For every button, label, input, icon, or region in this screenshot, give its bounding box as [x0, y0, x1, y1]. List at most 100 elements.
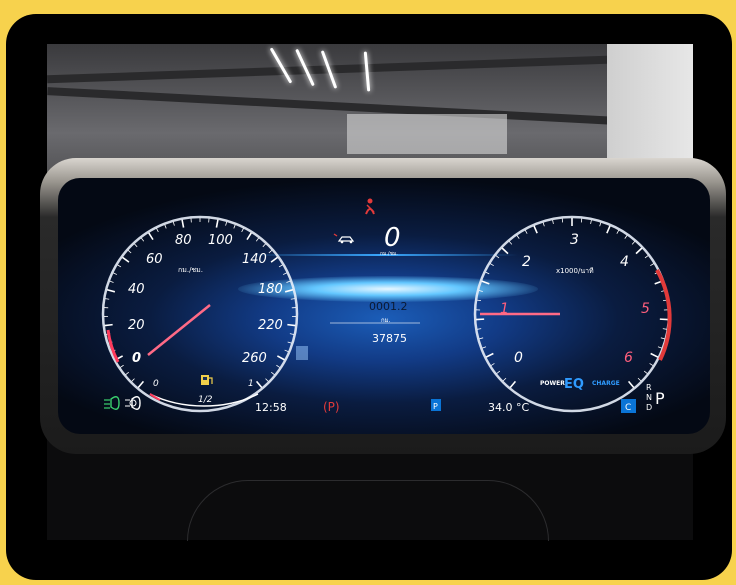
gauges-overlay: 0 20 40 60 80 100 140 180 220 260 กม./ชม… — [101, 198, 672, 414]
speed-tick-mark — [148, 232, 154, 241]
speed-tick-mark — [284, 289, 294, 293]
tach-tick-label: 2 — [522, 254, 531, 270]
tach-tick-mark — [533, 225, 538, 234]
fuel-full-label: 1 — [248, 379, 254, 389]
tach-tick-mark — [502, 377, 507, 382]
speed-tick-mark — [120, 364, 124, 368]
speed-tick-label: 60 — [146, 252, 163, 267]
tach-tick-label: 3 — [570, 232, 579, 248]
speed-tick-label: 40 — [128, 282, 145, 297]
auto-headlight-icon — [125, 396, 141, 410]
speed-tick-mark — [278, 264, 283, 268]
tach-tick-mark — [485, 352, 494, 358]
speed-tick-mark — [134, 243, 138, 248]
tach-tick-mark — [660, 337, 665, 340]
charge-label: CHARGE — [592, 380, 620, 387]
fuel-half-label: 1/2 — [198, 395, 213, 405]
trip-unit: กม. — [381, 317, 391, 324]
tach-tick-mark — [627, 380, 635, 389]
speed-tick-mark — [282, 272, 287, 275]
parking-badge-label: P — [433, 402, 438, 411]
tach-tick-mark — [606, 225, 611, 234]
speed-tick-mark — [172, 221, 175, 226]
power-label: POWER — [540, 380, 565, 387]
tach-tick-mark — [478, 290, 483, 292]
speed-tick-mark — [225, 221, 228, 226]
tach-tick-mark — [485, 271, 490, 275]
speed-tick-mark — [140, 237, 145, 242]
speedometer: 0 20 40 60 80 100 140 180 220 260 กม./ชม… — [101, 215, 299, 413]
speed-tick-mark — [287, 323, 296, 327]
tach-tick-mark — [643, 370, 648, 374]
tach-tick-mark — [662, 328, 667, 330]
speed-tick-label: 80 — [175, 233, 192, 248]
gear-p: P — [655, 389, 665, 408]
light-glare — [296, 346, 308, 360]
speed-tick-label: 100 — [208, 233, 233, 248]
gear-d: D — [646, 403, 652, 412]
tach-tick-mark — [508, 241, 513, 245]
parking-brake-indicator: (P) — [323, 400, 340, 414]
tach-tick-mark — [599, 222, 602, 227]
speed-value: 0 — [384, 223, 401, 253]
speed-tick-mark — [127, 250, 132, 254]
speed-tick-mark — [276, 364, 280, 368]
speed-tick-mark — [106, 289, 116, 293]
tach-tick-mark — [635, 247, 643, 255]
tach-tick-mark — [542, 222, 545, 227]
speed-needle — [147, 304, 211, 356]
tach-tick-mark — [501, 247, 509, 255]
tach-tick-mark — [481, 280, 490, 285]
tach-tick-mark — [490, 363, 495, 366]
tach-tick-mark — [657, 346, 662, 349]
speed-tick-mark — [255, 237, 260, 242]
tach-tick-mark — [482, 346, 487, 349]
tach-tick-mark — [477, 328, 482, 330]
trip-value: 0001.2 — [369, 300, 408, 313]
tach-tick-mark — [649, 363, 654, 366]
tach-tick-label: 5 — [641, 301, 650, 317]
tach-tick-mark — [650, 352, 659, 358]
speed-tick-mark — [286, 280, 291, 283]
tach-tick-mark — [524, 229, 528, 234]
speed-tick-mark — [215, 219, 219, 228]
speed-tick-mark — [255, 380, 263, 389]
tach-tick-mark — [637, 377, 642, 382]
speed-tick-mark — [241, 228, 244, 233]
tach-tick-mark — [616, 229, 620, 234]
odometer-value: 37875 — [372, 332, 407, 345]
gear-r: R — [646, 383, 652, 392]
tach-tick-mark — [509, 380, 517, 389]
headlight-icon — [104, 396, 120, 410]
speed-tick-label: 0 — [132, 351, 141, 366]
speed-unit-label: กม./ชม. — [178, 266, 203, 274]
speed-tick-label: 220 — [258, 318, 283, 333]
tachometer: 0 1 2 3 4 5 6 x1000/นาที POWER EQ CHARGE — [473, 215, 672, 413]
speed-tick-label: 20 — [128, 318, 145, 333]
comfort-mode-label: C — [625, 403, 631, 413]
tach-tick-mark — [479, 337, 484, 340]
speed-tick-mark — [109, 280, 114, 283]
tach-tick-mark — [516, 235, 520, 239]
speed-tick-mark — [271, 371, 275, 376]
tach-tick-label: 0 — [514, 350, 523, 366]
tach-unit-label: x1000/นาที — [556, 267, 594, 275]
speed-unit: กม./ชม. — [380, 251, 398, 257]
tach-tick-mark — [496, 370, 501, 374]
speed-tick-mark — [289, 333, 294, 335]
tach-tick-mark — [631, 241, 636, 245]
speed-tick-mark — [262, 243, 266, 248]
speed-tick-label: 140 — [242, 252, 267, 267]
car-assist-icon — [333, 233, 355, 244]
tach-tick-mark — [495, 255, 500, 259]
speed-tick-mark — [181, 219, 185, 228]
tach-tick-mark — [644, 255, 649, 259]
speed-tick-mark — [233, 224, 236, 229]
speed-tick-mark — [156, 228, 159, 233]
tach-tick-mark — [624, 235, 628, 239]
speed-tick-mark — [246, 232, 252, 241]
speed-tick-mark — [104, 323, 113, 327]
tach-tick-mark — [590, 219, 592, 224]
center-display: 0 กม./ชม. 0001.2 กม. 37875 — [296, 198, 420, 360]
speed-tick-mark — [290, 298, 295, 300]
